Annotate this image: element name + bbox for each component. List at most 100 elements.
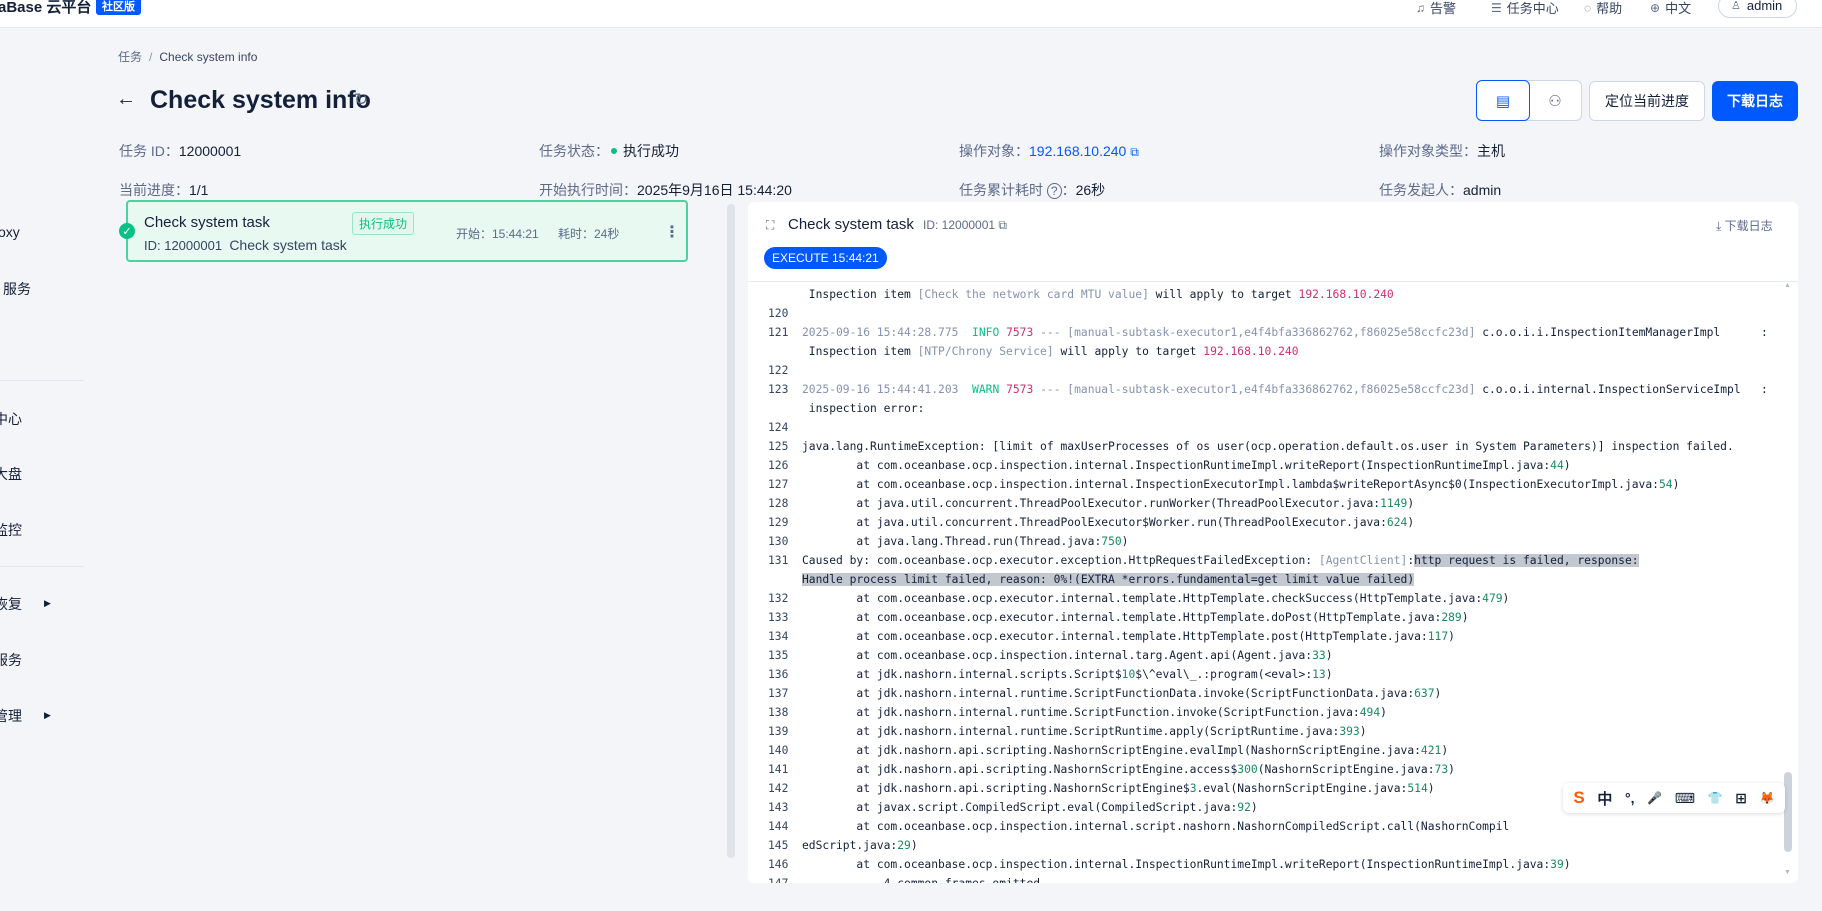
log-segment: 192.168.10.240 bbox=[1298, 288, 1394, 301]
log-download-label: 下载日志 bbox=[1724, 219, 1773, 233]
log-segment: 514 bbox=[1407, 782, 1428, 795]
log-line-text: at jdk.nashorn.internal.runtime.ScriptFu… bbox=[802, 703, 1387, 722]
microphone-icon[interactable]: 🎤 bbox=[1647, 791, 1662, 805]
sidebar-item-monitor[interactable]: 监控 bbox=[0, 520, 22, 540]
log-segment: ) bbox=[1121, 535, 1129, 548]
scroll-down-arrow-icon[interactable]: ▼ bbox=[1784, 869, 1791, 876]
app-logo[interactable]: aBase 云平台 bbox=[0, 0, 91, 17]
scroll-up-arrow-icon[interactable]: ▲ bbox=[1784, 282, 1791, 289]
subtask-card[interactable]: ✓ Check system task ID: 12000001 Check s… bbox=[119, 200, 688, 262]
subtask-id-text: ID: 12000001 bbox=[144, 238, 223, 253]
sidebar: oxy 服务 中心 大盘 监控 恢复 ▶ 服务 管理 ▶ bbox=[0, 28, 84, 911]
log-line-number: 123 bbox=[768, 383, 789, 396]
log-segment: Inspection item bbox=[802, 288, 918, 301]
info-initiator: 任务发起人：admin bbox=[1379, 180, 1501, 200]
log-download[interactable]: ⤓ 下载日志 bbox=[1716, 217, 1773, 234]
breadcrumb-parent[interactable]: 任务 bbox=[118, 50, 142, 64]
question-icon[interactable]: ? bbox=[1046, 183, 1062, 199]
log-line-number: 124 bbox=[768, 421, 789, 434]
log-line-number: 133 bbox=[768, 611, 789, 624]
list-view-icon[interactable]: ▤ bbox=[1476, 80, 1530, 121]
sidebar-item-dashboard[interactable]: 大盘 bbox=[0, 464, 22, 484]
log-line-number: 125 bbox=[768, 440, 789, 453]
execute-tag[interactable]: EXECUTE 15:44:21 bbox=[764, 247, 887, 269]
log-segment: ) bbox=[1250, 801, 1258, 814]
log-line-text: Inspection item [NTP/Chrony Service] wil… bbox=[802, 342, 1299, 361]
log-line-text: at javax.script.CompiledScript.eval(Comp… bbox=[802, 798, 1258, 817]
refresh-icon[interactable]: ↻ bbox=[354, 90, 368, 110]
skin-icon[interactable]: 👕 bbox=[1708, 791, 1723, 805]
mascot-icon[interactable]: 🦊 bbox=[1760, 791, 1775, 805]
log-segment: (NashornScriptEngine.java: bbox=[1257, 763, 1435, 776]
log-segment: at com.oceanbase.ocp.inspection.internal… bbox=[802, 459, 1551, 472]
more-vertical-icon[interactable]: ⋮ bbox=[664, 222, 680, 242]
log-segment: at javax.script.CompiledScript.eval(Comp… bbox=[802, 801, 1238, 814]
list-icon: ☰ bbox=[1491, 0, 1502, 15]
log-segment: 192.168.10.240 bbox=[1203, 345, 1299, 358]
locate-progress-button[interactable]: 定位当前进度 bbox=[1589, 81, 1705, 121]
log-segment: 29 bbox=[897, 839, 911, 852]
sogou-logo-icon[interactable]: S bbox=[1573, 788, 1584, 808]
back-arrow-icon[interactable]: ← bbox=[116, 88, 136, 111]
panel-scrollbar[interactable] bbox=[727, 204, 735, 858]
log-segment: at jdk.nashorn.internal.runtime.ScriptFu… bbox=[802, 687, 1415, 700]
log-segment: ... 4 common frames omitted bbox=[802, 877, 1040, 883]
nav-alert[interactable]: ♫ 告警 bbox=[1416, 0, 1456, 17]
log-segment: at jdk.nashorn.api.scripting.NashornScri… bbox=[802, 763, 1238, 776]
bell-icon: ♫ bbox=[1416, 0, 1425, 15]
user-menu[interactable]: ♙ admin bbox=[1718, 0, 1798, 18]
grid-icon[interactable]: ⊞ bbox=[1735, 790, 1747, 807]
keyboard-icon[interactable]: ⌨ bbox=[1675, 790, 1695, 807]
log-segment: at jdk.nashorn.internal.runtime.ScriptFu… bbox=[802, 706, 1360, 719]
log-line-text: at com.oceanbase.ocp.executor.internal.t… bbox=[802, 627, 1455, 646]
log-line-text: ... 4 common frames omitted bbox=[802, 874, 1040, 883]
log-segment: [Check the network card MTU value] bbox=[917, 288, 1149, 301]
sidebar-item-management[interactable]: 管理 bbox=[0, 706, 22, 726]
log-segment: 7573 bbox=[1006, 383, 1034, 396]
punctuation-icon[interactable]: °, bbox=[1625, 790, 1635, 806]
target-link[interactable]: 192.168.10.240 bbox=[1029, 143, 1126, 159]
subtask-sub-name: Check system task bbox=[229, 237, 347, 253]
nav-lang[interactable]: ⊕ 中文 bbox=[1650, 0, 1691, 17]
scroll-thumb[interactable] bbox=[1784, 772, 1792, 852]
log-segment: edScript.java: bbox=[802, 839, 898, 852]
tree-view-icon[interactable]: ⚇ bbox=[1529, 81, 1581, 120]
sidebar-item-recovery[interactable]: 恢复 bbox=[0, 594, 22, 614]
log-segment: 421 bbox=[1420, 744, 1442, 757]
info-value: 26秒 bbox=[1075, 182, 1106, 198]
sidebar-item-oxy[interactable]: oxy bbox=[0, 224, 20, 240]
log-segment: at java.util.concurrent.ThreadPoolExecut… bbox=[802, 516, 1387, 529]
download-log-button[interactable]: 下载日志 bbox=[1712, 81, 1798, 121]
copy-icon[interactable]: ⧉ bbox=[1130, 145, 1139, 159]
expand-icon[interactable]: ⛶ bbox=[766, 218, 774, 233]
log-segment: [NTP/Chrony Service] bbox=[917, 345, 1054, 358]
log-segment: 7573 bbox=[1006, 326, 1034, 339]
ime-lang-toggle[interactable]: 中 bbox=[1597, 788, 1612, 809]
log-segment: 10 bbox=[1121, 668, 1136, 681]
caret-right-icon: ▶ bbox=[44, 598, 51, 608]
sidebar-divider bbox=[0, 380, 84, 381]
copy-icon[interactable]: ⧉ bbox=[998, 218, 1007, 232]
log-segment: ) bbox=[1434, 687, 1442, 700]
sidebar-item-service[interactable]: 服务 bbox=[3, 279, 31, 299]
log-line-number: 120 bbox=[768, 307, 789, 320]
info-label: 任务累计耗时 bbox=[959, 182, 1043, 198]
log-line-number: 122 bbox=[768, 364, 789, 377]
log-line-number: 142 bbox=[768, 782, 789, 795]
log-line-number: 128 bbox=[768, 497, 789, 510]
log-line-text: inspection error: bbox=[802, 399, 925, 418]
info-value: 12000001 bbox=[178, 143, 242, 159]
nav-task-center[interactable]: ☰ 任务中心 bbox=[1491, 0, 1559, 17]
sidebar-item-center[interactable]: 中心 bbox=[0, 409, 22, 429]
log-scrollbar[interactable]: ▲ ▼ bbox=[1784, 282, 1792, 882]
log-line-number: 144 bbox=[768, 820, 789, 833]
log-line-number: 126 bbox=[768, 459, 789, 472]
sidebar-item-service-2[interactable]: 服务 bbox=[0, 650, 22, 670]
log-segment: 637 bbox=[1414, 687, 1435, 700]
log-title: Check system task bbox=[788, 216, 914, 233]
info-value: 主机 bbox=[1477, 143, 1505, 159]
log-segment: ) bbox=[910, 839, 918, 852]
log-segment: ) bbox=[1441, 744, 1449, 757]
nav-help[interactable]: ◌ 帮助 bbox=[1584, 0, 1622, 17]
log-segment: 39 bbox=[1550, 858, 1564, 871]
